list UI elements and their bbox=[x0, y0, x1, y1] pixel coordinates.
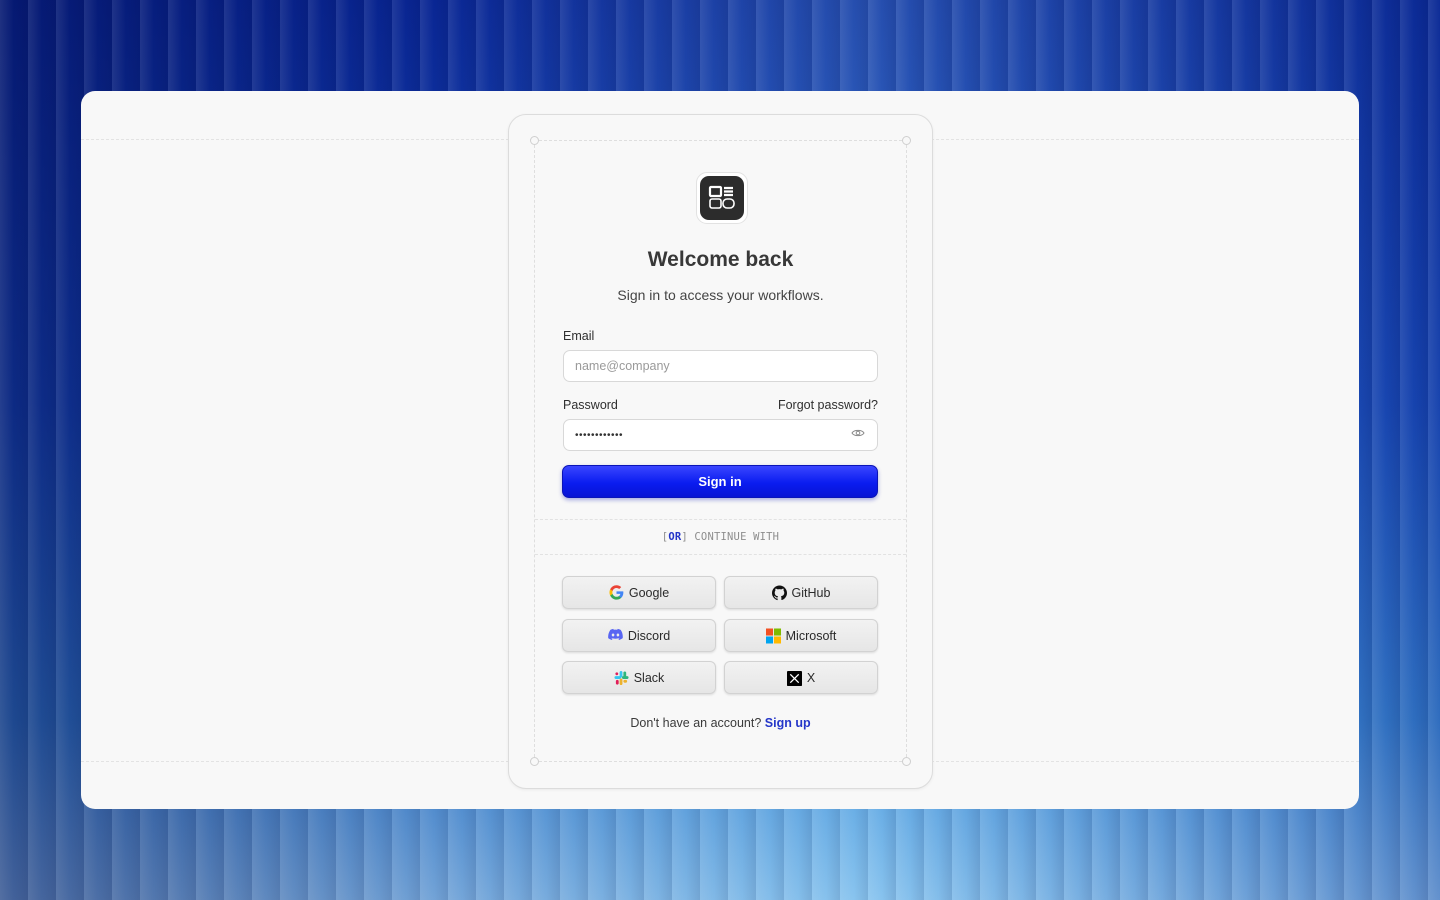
page-title: Welcome back bbox=[647, 248, 794, 271]
github-label: GitHub bbox=[791, 585, 831, 600]
github-icon bbox=[771, 585, 787, 601]
email-field[interactable] bbox=[563, 350, 878, 382]
corner-dot bbox=[902, 757, 911, 766]
x-logo-icon bbox=[786, 670, 802, 686]
password-field[interactable] bbox=[563, 419, 878, 451]
discord-label: Discord bbox=[627, 628, 671, 643]
page-subtitle: Sign in to access your workflows. bbox=[617, 287, 824, 303]
slack-icon bbox=[614, 670, 629, 686]
password-label: Password bbox=[563, 398, 618, 412]
slack-label: Slack bbox=[633, 670, 665, 685]
google-button[interactable]: Google bbox=[562, 576, 716, 609]
signup-prompt-text: Don't have an account? bbox=[630, 716, 762, 730]
or-divider: [OR] CONTINUE WITH bbox=[535, 519, 906, 555]
signup-prompt: Don't have an account? Sign up bbox=[535, 716, 906, 730]
show-password-icon[interactable] bbox=[851, 428, 865, 438]
x-button[interactable]: X bbox=[724, 661, 878, 694]
email-label: Email bbox=[563, 329, 595, 343]
microsoft-button[interactable]: Microsoft bbox=[724, 619, 878, 652]
logo-icon bbox=[700, 176, 744, 220]
google-label: Google bbox=[628, 585, 670, 600]
microsoft-label: Microsoft bbox=[785, 628, 837, 643]
x-label: X bbox=[806, 670, 816, 685]
divider-text: CONTINUE WITH bbox=[687, 531, 780, 543]
discord-icon bbox=[607, 628, 623, 643]
card-inner: Welcome back Sign in to access your work… bbox=[530, 136, 911, 766]
sign-in-button[interactable]: Sign in bbox=[562, 465, 878, 498]
page-frame: Welcome back Sign in to access your work… bbox=[81, 91, 1359, 809]
github-button[interactable]: GitHub bbox=[724, 576, 878, 609]
corner-dot bbox=[902, 136, 911, 145]
forgot-password-link[interactable]: Forgot password? bbox=[778, 398, 878, 412]
corner-dot bbox=[530, 136, 539, 145]
slack-button[interactable]: Slack bbox=[562, 661, 716, 694]
login-card: Welcome back Sign in to access your work… bbox=[508, 114, 933, 789]
sign-up-link[interactable]: Sign up bbox=[765, 716, 811, 730]
divider-or: OR bbox=[668, 531, 682, 543]
corner-dot bbox=[530, 757, 539, 766]
microsoft-icon bbox=[765, 628, 781, 644]
google-icon bbox=[609, 585, 624, 600]
app-logo bbox=[696, 172, 748, 224]
discord-button[interactable]: Discord bbox=[562, 619, 716, 652]
